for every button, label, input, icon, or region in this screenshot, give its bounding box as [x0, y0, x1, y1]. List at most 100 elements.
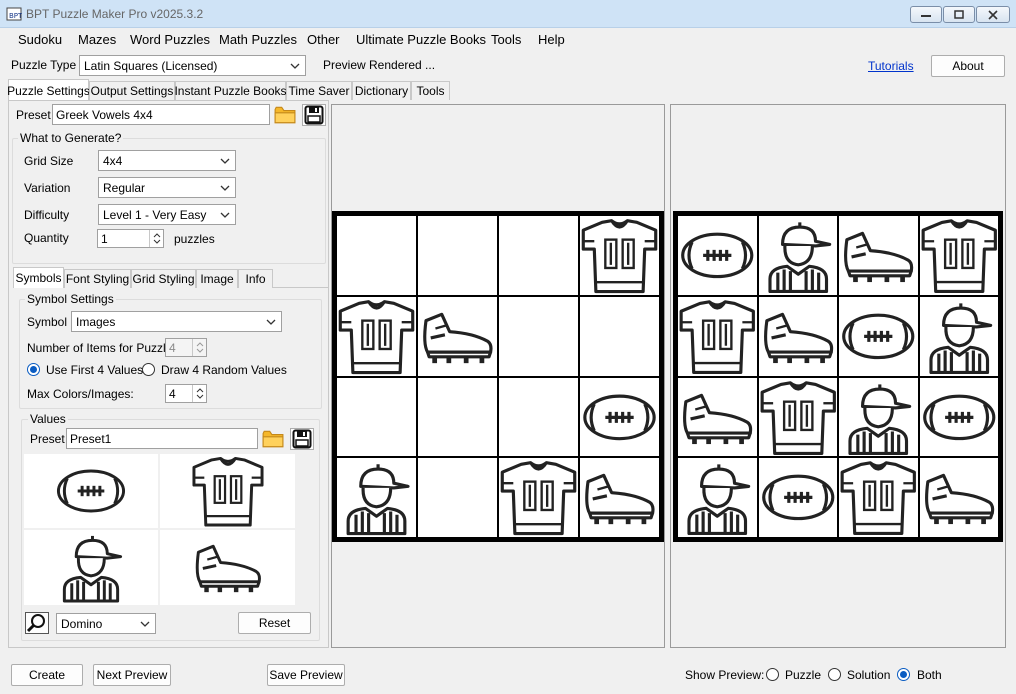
chevron-down-icon — [219, 209, 231, 221]
solution-cell-2-0 — [678, 377, 757, 457]
save-icon — [291, 429, 313, 449]
reset-button[interactable]: Reset — [238, 612, 311, 634]
create-button[interactable]: Create — [11, 664, 83, 686]
subtab-info[interactable]: Info — [238, 269, 273, 288]
menu-tools[interactable]: Tools — [491, 32, 521, 47]
save-preview-button[interactable]: Save Preview — [267, 664, 345, 686]
puzzle-cell-3-2 — [499, 458, 578, 537]
football-icon — [839, 297, 918, 376]
subtab-grid-styling[interactable]: Grid Styling — [131, 269, 196, 288]
minimize-icon — [921, 14, 931, 17]
value-style-select[interactable]: Domino — [56, 613, 156, 634]
difficulty-label: Difficulty — [24, 208, 70, 222]
window-title: BPT Puzzle Maker Pro v2025.3.2 — [26, 7, 204, 21]
jersey-icon — [499, 458, 578, 537]
use-first-values-radio[interactable] — [27, 363, 40, 376]
puzzle-cell-3-3 — [580, 458, 659, 537]
open-preset-button[interactable] — [273, 104, 297, 126]
show-solution-label: Solution — [847, 668, 891, 682]
preset-input[interactable]: Greek Vowels 4x4 — [52, 104, 270, 125]
solution-cell-0-0 — [678, 216, 757, 295]
menu-ultimate-puzzle-books[interactable]: Ultimate Puzzle Books — [356, 32, 486, 47]
chevron-down-icon — [139, 618, 151, 630]
solution-cell-3-1 — [758, 458, 838, 537]
minimize-button[interactable] — [910, 6, 942, 23]
puzzle-cell-0-0 — [337, 216, 416, 295]
maximize-button[interactable] — [943, 6, 975, 23]
puzzle-cell-0-2 — [499, 216, 578, 295]
close-button[interactable] — [976, 6, 1010, 23]
tab-puzzle-settings[interactable]: Puzzle Settings — [7, 79, 90, 101]
solution-cell-1-1 — [758, 296, 837, 376]
referee-icon — [839, 378, 918, 457]
referee-icon — [54, 530, 128, 604]
chevron-down-icon — [289, 60, 301, 72]
save-values-preset-button[interactable] — [290, 428, 314, 450]
solution-cell-1-2 — [839, 296, 918, 376]
show-solution-radio[interactable] — [828, 668, 841, 681]
value-image-cleat[interactable] — [160, 530, 295, 605]
show-both-radio[interactable] — [897, 668, 910, 681]
stepper-arrows-icon[interactable] — [149, 230, 163, 247]
save-preset-button[interactable] — [302, 104, 326, 126]
subtab-symbols[interactable]: Symbols — [13, 267, 64, 288]
tab-instant-puzzle-books[interactable]: Instant Puzzle Books — [174, 81, 287, 100]
tab-dictionary[interactable]: Dictionary — [352, 81, 411, 100]
chevron-down-icon — [265, 316, 277, 328]
open-values-preset-button[interactable] — [261, 428, 285, 450]
menu-other[interactable]: Other — [307, 32, 340, 47]
variation-select[interactable]: Regular — [98, 177, 236, 198]
value-image-football[interactable] — [24, 454, 158, 528]
max-colors-label: Max Colors/Images: — [27, 387, 134, 401]
menu-math-puzzles[interactable]: Math Puzzles — [219, 32, 297, 47]
solution-cell-0-1 — [758, 216, 837, 295]
football-icon — [580, 378, 659, 457]
menu-word-puzzles[interactable]: Word Puzzles — [130, 32, 210, 47]
stepper-arrows-icon[interactable] — [192, 385, 206, 402]
menu-sudoku[interactable]: Sudoku — [18, 32, 62, 47]
subtab-font-styling[interactable]: Font Styling — [64, 269, 131, 288]
value-image-referee[interactable] — [24, 530, 158, 605]
svg-text:BPT: BPT — [9, 12, 22, 20]
football-icon — [759, 458, 838, 537]
max-colors-stepper[interactable]: 4 — [165, 384, 207, 403]
puzzle-type-select[interactable]: Latin Squares (Licensed) — [79, 55, 306, 76]
puzzle-type-label: Puzzle Type — [11, 58, 77, 72]
values-preset-input[interactable]: Preset1 — [66, 428, 258, 449]
max-colors-value: 4 — [169, 386, 176, 401]
draw-random-values-radio[interactable] — [142, 363, 155, 376]
tab-output-settings[interactable]: Output Settings — [89, 81, 175, 100]
symbol-select[interactable]: Images — [71, 311, 282, 332]
solution-cell-3-3 — [919, 458, 998, 537]
solution-cell-2-1 — [758, 377, 837, 457]
show-puzzle-label: Puzzle — [785, 668, 822, 682]
show-puzzle-radio[interactable] — [766, 668, 779, 681]
zoom-button[interactable] — [25, 612, 49, 634]
menu-help[interactable]: Help — [538, 32, 565, 47]
solution-grid — [673, 211, 1003, 542]
difficulty-select[interactable]: Level 1 - Very Easy — [98, 204, 236, 225]
tab-tools[interactable]: Tools — [411, 81, 450, 100]
solution-cell-2-3 — [919, 377, 998, 457]
puzzle-cell-1-1 — [418, 296, 497, 376]
value-image-jersey[interactable] — [160, 454, 295, 528]
cleat-icon — [678, 378, 757, 457]
chevron-down-icon — [219, 182, 231, 194]
symbol-label: Symbol — [27, 315, 68, 329]
puzzle-cell-0-1 — [418, 216, 497, 295]
menu-mazes[interactable]: Mazes — [78, 32, 116, 47]
grid-size-select[interactable]: 4x4 — [98, 150, 236, 171]
subtab-image[interactable]: Image — [196, 269, 238, 288]
about-button[interactable]: About — [931, 55, 1005, 77]
draw-random-values-label: Draw 4 Random Values — [161, 363, 287, 377]
puzzle-cell-2-0 — [337, 377, 416, 457]
tutorials-link[interactable]: Tutorials — [868, 59, 914, 73]
grid-size-value: 4x4 — [103, 153, 123, 168]
stepper-arrows-icon — [192, 339, 206, 356]
difficulty-value: Level 1 - Very Easy — [103, 207, 207, 222]
puzzle-cell-1-3 — [580, 296, 659, 376]
quantity-stepper[interactable]: 1 — [97, 229, 164, 248]
tab-time-saver[interactable]: Time Saver — [286, 81, 352, 100]
next-preview-button[interactable]: Next Preview — [93, 664, 171, 686]
puzzle-cell-3-0 — [337, 458, 416, 537]
